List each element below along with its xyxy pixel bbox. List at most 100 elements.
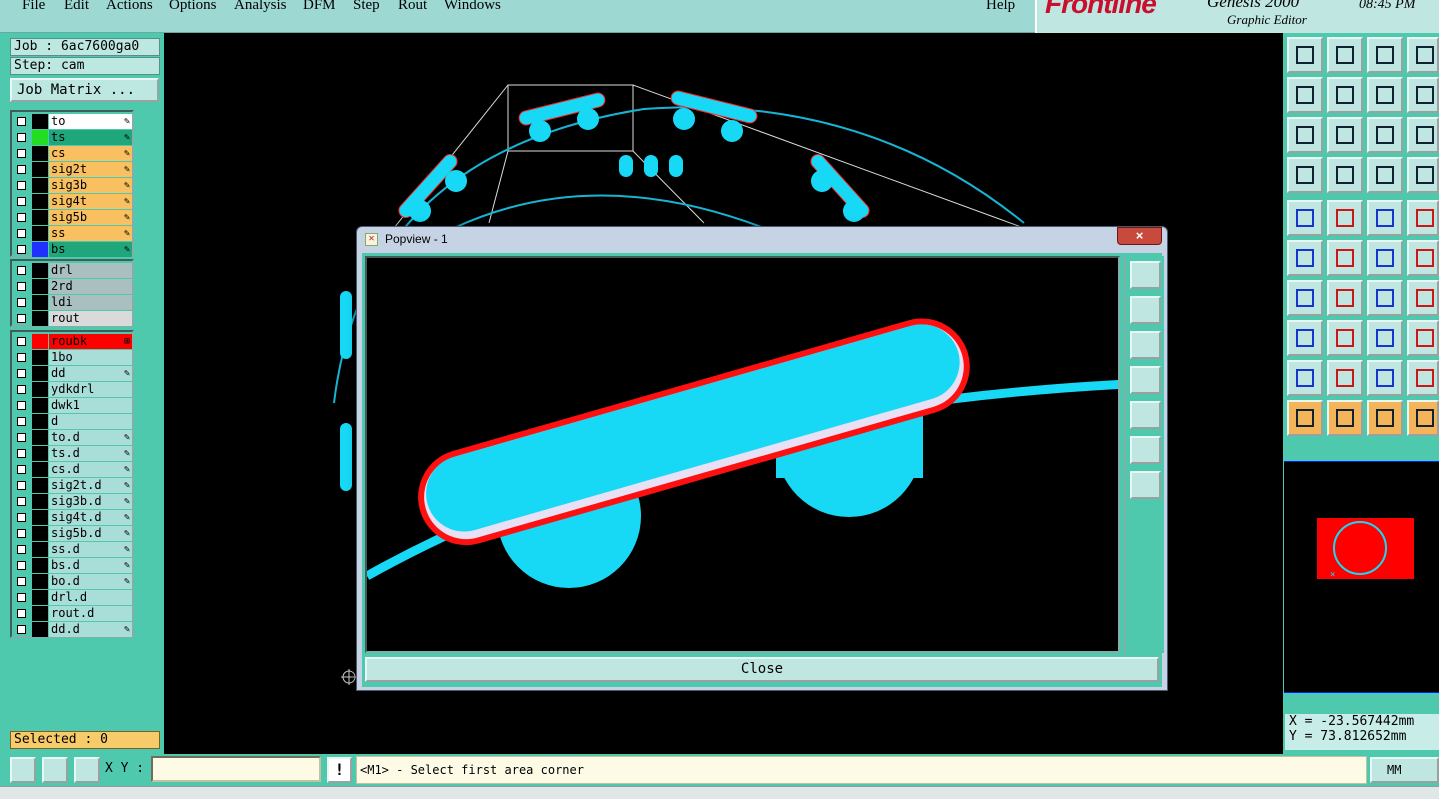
layer-name[interactable]: sig3b.d ✎ <box>49 494 132 509</box>
layer-color-swatch[interactable] <box>32 178 48 193</box>
pad-icon[interactable] <box>1287 200 1323 236</box>
layer-name[interactable]: sig5b ✎ <box>49 210 132 225</box>
layer-row[interactable]: ss.d ✎ <box>14 542 132 558</box>
layer-row[interactable]: cs.d ✎ <box>14 462 132 478</box>
triangle-icon[interactable] <box>1287 360 1323 396</box>
layer-checkbox[interactable] <box>17 149 26 158</box>
menu-help[interactable]: Help <box>986 0 1015 14</box>
layer-color-swatch[interactable] <box>32 606 48 621</box>
layer-checkbox[interactable] <box>17 133 26 142</box>
layer-color-swatch[interactable] <box>32 398 48 413</box>
popview-close-button[interactable]: Close <box>365 657 1159 682</box>
route-icon[interactable] <box>1407 400 1439 436</box>
pan-left-icon[interactable] <box>1287 77 1323 113</box>
layer-row[interactable]: sig4t.d ✎ <box>14 510 132 526</box>
menu-edit[interactable]: Edit <box>64 0 89 14</box>
menu-actions[interactable]: Actions <box>106 0 153 14</box>
layer-row[interactable]: dd.d ✎ <box>14 622 132 638</box>
menu-analysis[interactable]: Analysis <box>234 0 287 14</box>
net2-icon[interactable] <box>1407 157 1439 193</box>
layer-row[interactable]: dwk1 <box>14 398 132 414</box>
grid-snap-icon[interactable] <box>74 757 100 783</box>
layer-row[interactable]: to ✎ <box>14 114 132 130</box>
layer-color-swatch[interactable] <box>32 542 48 557</box>
layer-color-swatch[interactable] <box>32 382 48 397</box>
layer-color-swatch[interactable] <box>32 574 48 589</box>
layer-checkbox[interactable] <box>17 465 26 474</box>
undo-zoom-icon[interactable] <box>1367 77 1403 113</box>
layer-color-swatch[interactable] <box>32 295 48 310</box>
layer-row[interactable]: sig3b.d ✎ <box>14 494 132 510</box>
menu-windows[interactable]: Windows <box>444 0 501 14</box>
menu-rout[interactable]: Rout <box>398 0 427 14</box>
layer-checkbox[interactable] <box>17 545 26 554</box>
layer-row[interactable]: drl <box>14 263 132 279</box>
layer-row[interactable]: dd ✎ <box>14 366 132 382</box>
layer-name[interactable]: rout <box>49 311 132 326</box>
layer-color-swatch[interactable] <box>32 162 48 177</box>
zoom-out-icon[interactable] <box>1130 296 1161 324</box>
layer-name[interactable]: dd.d ✎ <box>49 622 132 637</box>
layer-name[interactable]: rout.d <box>49 606 132 621</box>
layer-name[interactable]: ss ✎ <box>49 226 132 241</box>
layer-row[interactable]: ss ✎ <box>14 226 132 242</box>
layer-color-swatch[interactable] <box>32 366 48 381</box>
layer-checkbox[interactable] <box>17 197 26 206</box>
layer-name[interactable]: drl.d <box>49 590 132 605</box>
snap-icon[interactable] <box>1407 77 1439 113</box>
layer-color-swatch[interactable] <box>32 462 48 477</box>
layer-row[interactable]: bs.d ✎ <box>14 558 132 574</box>
distance-icon[interactable] <box>1367 320 1403 356</box>
center-icon[interactable] <box>1130 471 1161 499</box>
cross-icon[interactable] <box>1327 240 1363 276</box>
layer-name[interactable]: cs ✎ <box>49 146 132 161</box>
layer-name[interactable]: sig3b ✎ <box>49 178 132 193</box>
layer-row[interactable]: d <box>14 414 132 430</box>
layer-color-swatch[interactable] <box>32 146 48 161</box>
layer-name[interactable]: sig2t.d ✎ <box>49 478 132 493</box>
layer-row[interactable]: 1bo <box>14 350 132 366</box>
pan-right-icon[interactable] <box>1327 77 1363 113</box>
menu-file[interactable]: File <box>22 0 45 14</box>
alert-button[interactable]: ! <box>327 757 352 783</box>
pointer-icon[interactable] <box>1287 400 1323 436</box>
layer-row[interactable]: rout.d <box>14 606 132 622</box>
measure-icon[interactable] <box>1287 157 1323 193</box>
layer-color-swatch[interactable] <box>32 350 48 365</box>
layer-color-swatch[interactable] <box>32 526 48 541</box>
fit-icon[interactable] <box>1130 436 1161 464</box>
layer-name[interactable]: ts ✎ <box>49 130 132 145</box>
layer-color-swatch[interactable] <box>32 446 48 461</box>
layer-color-swatch[interactable] <box>32 622 48 637</box>
select-area-icon[interactable] <box>10 757 36 783</box>
layer-row[interactable]: ts ✎ <box>14 130 132 146</box>
move-icon[interactable] <box>1367 240 1403 276</box>
probe-icon[interactable] <box>1327 157 1363 193</box>
text-a-icon[interactable] <box>1327 360 1363 396</box>
layer-row[interactable]: sig2t.d ✎ <box>14 478 132 494</box>
pan-up-icon[interactable] <box>1130 331 1161 359</box>
layer-checkbox[interactable] <box>17 577 26 586</box>
layer-checkbox[interactable] <box>17 282 26 291</box>
layer-name[interactable]: d <box>49 414 132 429</box>
layer-color-swatch[interactable] <box>32 590 48 605</box>
line-icon[interactable] <box>1327 280 1363 316</box>
layer-row[interactable]: ydkdrl <box>14 382 132 398</box>
layer-name[interactable]: ss.d ✎ <box>49 542 132 557</box>
layer-row[interactable]: sig5b.d ✎ <box>14 526 132 542</box>
layer-name[interactable]: roubk ⊞ <box>49 334 132 349</box>
layer-color-swatch[interactable] <box>32 430 48 445</box>
zoom-in-icon[interactable] <box>1130 261 1161 289</box>
layer-checkbox[interactable] <box>17 117 26 126</box>
layer-color-swatch[interactable] <box>32 226 48 241</box>
window-close-button[interactable]: × <box>1117 227 1162 245</box>
pan-right-icon[interactable] <box>1130 401 1161 429</box>
layer-name[interactable]: sig5b.d ✎ <box>49 526 132 541</box>
popview-canvas[interactable] <box>365 256 1120 653</box>
layer-checkbox[interactable] <box>17 229 26 238</box>
layer-color-swatch[interactable] <box>32 130 48 145</box>
layer-checkbox[interactable] <box>17 561 26 570</box>
layer-name[interactable]: ts.d ✎ <box>49 446 132 461</box>
layer-color-swatch[interactable] <box>32 414 48 429</box>
job-matrix-button[interactable]: Job Matrix ... <box>10 78 159 102</box>
